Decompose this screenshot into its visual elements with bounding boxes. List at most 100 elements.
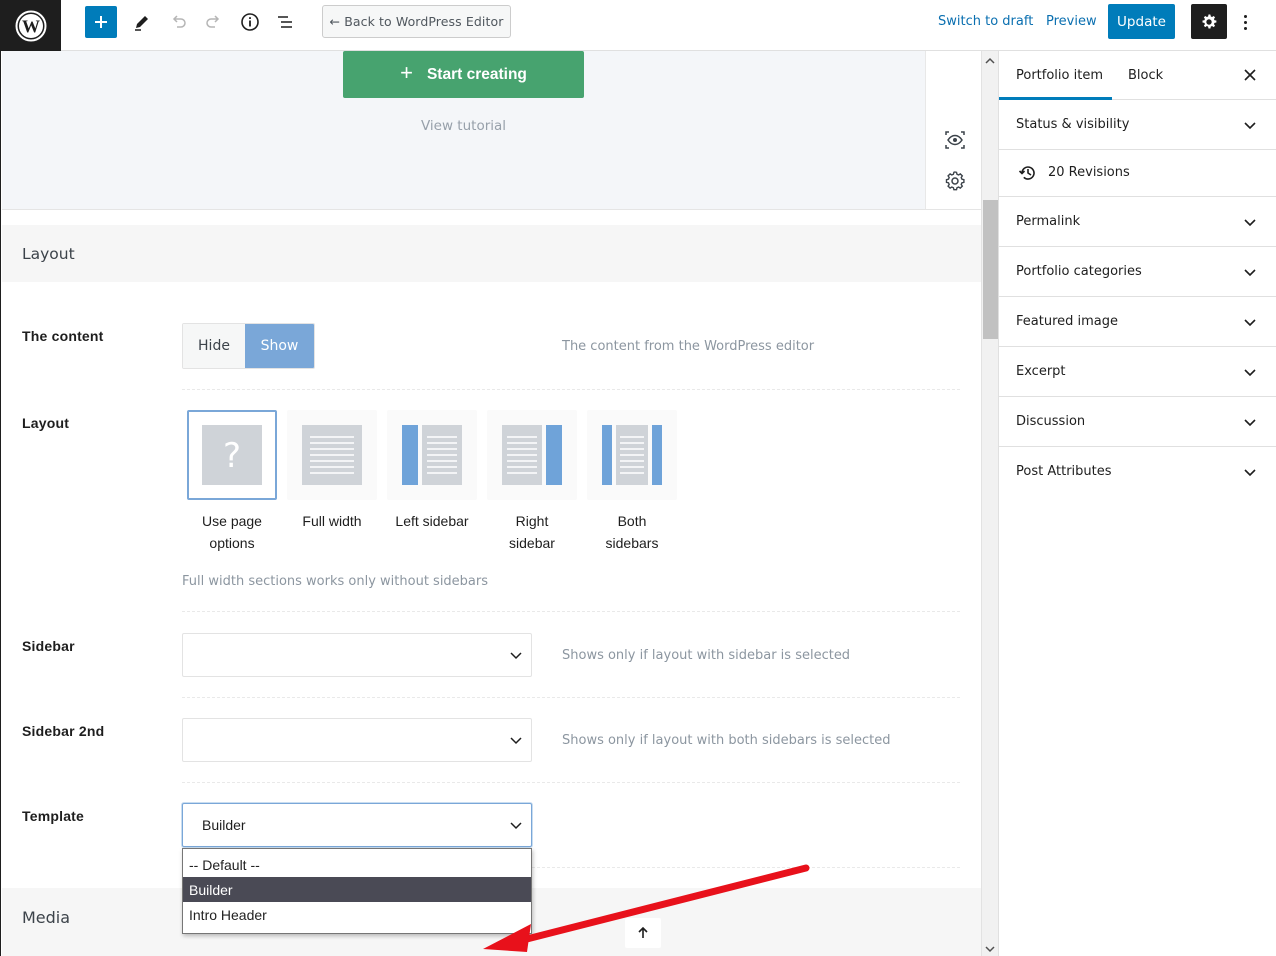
layout-option-label: sidebar <box>509 535 555 551</box>
panel-title: Discussion <box>1016 414 1086 429</box>
template-dropdown-list: -- Default -- Builder Intro Header <box>182 848 532 934</box>
layout-option-label: Right <box>515 513 549 529</box>
sidebar-label: Sidebar <box>22 638 75 654</box>
template-option-default[interactable]: -- Default -- <box>183 852 531 877</box>
view-tutorial-link[interactable]: View tutorial <box>2 118 925 134</box>
svg-text:W: W <box>22 16 40 36</box>
media-heading-text: Media <box>22 908 71 927</box>
chevron-down-icon <box>1244 219 1256 227</box>
panel-status-visibility[interactable]: Status & visibility <box>999 100 1276 150</box>
switch-to-draft-button[interactable]: Switch to draft <box>938 14 1033 29</box>
builder-side-tools <box>925 51 981 210</box>
undo-icon[interactable] <box>162 6 194 38</box>
layout-option-label: Use page <box>202 513 262 529</box>
info-icon[interactable] <box>234 6 266 38</box>
template-label: Template <box>22 808 85 824</box>
left-sidebar-layout-icon[interactable] <box>387 410 477 500</box>
top-toolbar: W ← Back to WordPress Editor Switch to d… <box>0 0 1276 51</box>
layout-section-heading: Layout <box>2 225 981 282</box>
template-option-builder[interactable]: Builder <box>183 877 531 902</box>
layout-option-both-sidebars[interactable]: Both sidebars <box>587 410 677 554</box>
full-width-layout-icon[interactable] <box>287 410 377 500</box>
panel-title: Excerpt <box>1016 364 1066 379</box>
chevron-down-icon <box>1244 369 1256 377</box>
sidebar-2nd-hint: Shows only if layout with both sidebars … <box>562 733 891 748</box>
start-creating-label: Start creating <box>426 65 527 83</box>
layout-option-left-sidebar[interactable]: Left sidebar <box>387 410 477 532</box>
template-select[interactable]: Builder <box>182 803 532 847</box>
separator <box>182 782 960 783</box>
panel-portfolio-categories[interactable]: Portfolio categories <box>999 247 1276 297</box>
panel-post-attributes[interactable]: Post Attributes <box>999 447 1276 497</box>
question-mark-icon[interactable]: ? <box>187 410 277 500</box>
layout-option-right-sidebar[interactable]: Right sidebar <box>487 410 577 554</box>
layout-option-label: Full width <box>302 513 362 529</box>
layout-option-label: Both <box>617 513 647 529</box>
layout-option-label: sidebars <box>605 535 659 551</box>
chevron-down-icon <box>1244 419 1256 427</box>
editor-scrollbar[interactable] <box>981 51 998 956</box>
builder-panel: + Start creating View tutorial <box>2 51 925 210</box>
panel-discussion[interactable]: Discussion <box>999 397 1276 447</box>
chevron-down-icon <box>1244 469 1256 477</box>
layout-option-use-page-options[interactable]: ? Use page options <box>187 410 277 554</box>
chevron-down-icon <box>510 822 522 830</box>
chevron-down-icon <box>1244 122 1256 130</box>
panel-title: Status & visibility <box>1016 117 1130 132</box>
scroll-up-arrow-icon[interactable] <box>985 56 995 66</box>
wordpress-logo[interactable]: W <box>0 0 61 51</box>
layout-heading-text: Layout <box>22 245 75 263</box>
layout-hint: Full width sections works only without s… <box>182 574 489 589</box>
chevron-down-icon <box>510 737 522 745</box>
layout-label: Layout <box>22 415 70 431</box>
panel-title: Post Attributes <box>1016 464 1112 479</box>
tab-portfolio-item[interactable]: Portfolio item <box>999 51 1112 100</box>
content-hint: The content from the WordPress editor <box>562 339 815 354</box>
content-visibility-toggle[interactable]: Hide Show <box>182 323 315 369</box>
settings-gear-icon[interactable] <box>1191 4 1227 39</box>
separator <box>182 697 960 698</box>
back-to-editor-button[interactable]: ← Back to WordPress Editor <box>322 5 511 38</box>
editor-canvas: + Start creating View tutorial Layout Th… <box>0 51 981 956</box>
add-block-button[interactable] <box>85 6 117 38</box>
chevron-down-icon <box>510 652 522 660</box>
show-option[interactable]: Show <box>245 324 314 368</box>
revisions-link[interactable]: 20 Revisions <box>999 150 1276 197</box>
layout-option-label: options <box>209 535 255 551</box>
sidebar-select[interactable] <box>182 633 532 677</box>
preview-eye-icon[interactable] <box>943 128 967 152</box>
view-tutorial-label[interactable]: View tutorial <box>421 118 506 134</box>
right-sidebar-layout-icon[interactable] <box>487 410 577 500</box>
revisions-label: 20 Revisions <box>1048 165 1130 180</box>
redo-icon[interactable] <box>198 6 230 38</box>
scroll-down-arrow-icon[interactable] <box>985 944 995 954</box>
scrollbar-thumb[interactable] <box>983 200 998 339</box>
preview-button[interactable]: Preview <box>1046 14 1097 29</box>
panel-title: Featured image <box>1016 314 1119 329</box>
hide-option[interactable]: Hide <box>183 324 245 368</box>
panel-excerpt[interactable]: Excerpt <box>999 347 1276 397</box>
sidebar-2nd-select[interactable] <box>182 718 532 762</box>
tab-block[interactable]: Block <box>1128 51 1163 100</box>
builder-settings-gear-icon[interactable] <box>943 169 967 193</box>
start-creating-button[interactable]: + Start creating <box>343 51 584 98</box>
template-option-intro-header[interactable]: Intro Header <box>183 902 531 927</box>
layout-option-full-width[interactable]: Full width <box>287 410 377 532</box>
sidebar-tabs: Portfolio item Block <box>999 51 1276 100</box>
list-view-icon[interactable] <box>270 6 302 38</box>
separator <box>182 611 960 612</box>
revisions-clock-icon <box>1018 166 1035 180</box>
layout-option-label: Left sidebar <box>395 513 469 529</box>
scroll-to-top-icon[interactable] <box>625 918 661 948</box>
edit-pencil-icon[interactable] <box>126 6 158 38</box>
more-options-icon[interactable] <box>1236 8 1254 36</box>
settings-sidebar: Portfolio item Block Status & visibility… <box>998 51 1276 956</box>
panel-featured-image[interactable]: Featured image <box>999 297 1276 347</box>
update-button[interactable]: Update <box>1108 4 1175 39</box>
both-sidebars-layout-icon[interactable] <box>587 410 677 500</box>
close-icon[interactable] <box>1241 66 1259 84</box>
panel-permalink[interactable]: Permalink <box>999 197 1276 247</box>
chevron-down-icon <box>1244 269 1256 277</box>
chevron-down-icon <box>1244 319 1256 327</box>
the-content-label: The content <box>22 328 104 344</box>
